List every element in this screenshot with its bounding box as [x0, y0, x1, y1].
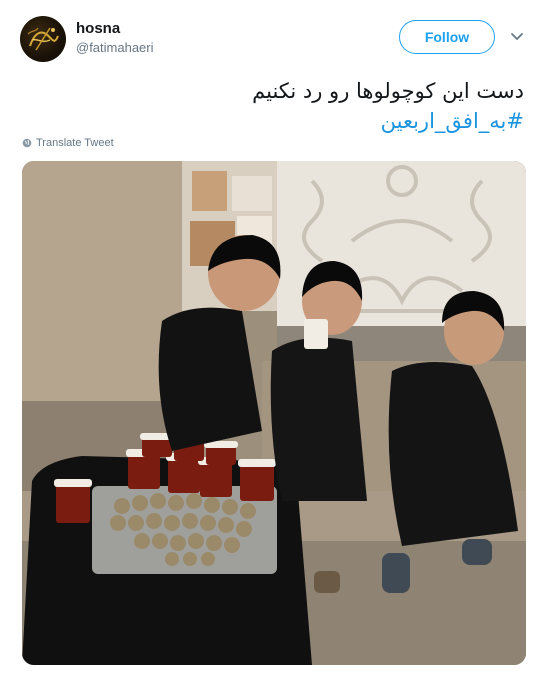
translate-tweet-link[interactable]: Translate Tweet: [22, 137, 114, 149]
chevron-down-icon[interactable]: [510, 30, 524, 44]
author-handle[interactable]: @fatimahaeri: [76, 40, 154, 55]
calligraphy-avatar-icon: [27, 27, 59, 51]
translate-label: Translate Tweet: [36, 137, 114, 149]
hashtag-link[interactable]: #به_افق_اربعین: [24, 106, 524, 136]
tweet-photo[interactable]: [22, 161, 526, 665]
author-name[interactable]: hosna: [76, 20, 120, 37]
globe-icon: [22, 138, 32, 148]
tweet-body: دست این کوچولوها رو رد نکنیم: [252, 79, 524, 103]
tweet-text: دست این کوچولوها رو رد نکنیم #به_افق_ارب…: [24, 76, 524, 136]
avatar[interactable]: [20, 16, 66, 62]
children-photo-image: [22, 161, 526, 665]
follow-button[interactable]: Follow: [399, 20, 495, 54]
